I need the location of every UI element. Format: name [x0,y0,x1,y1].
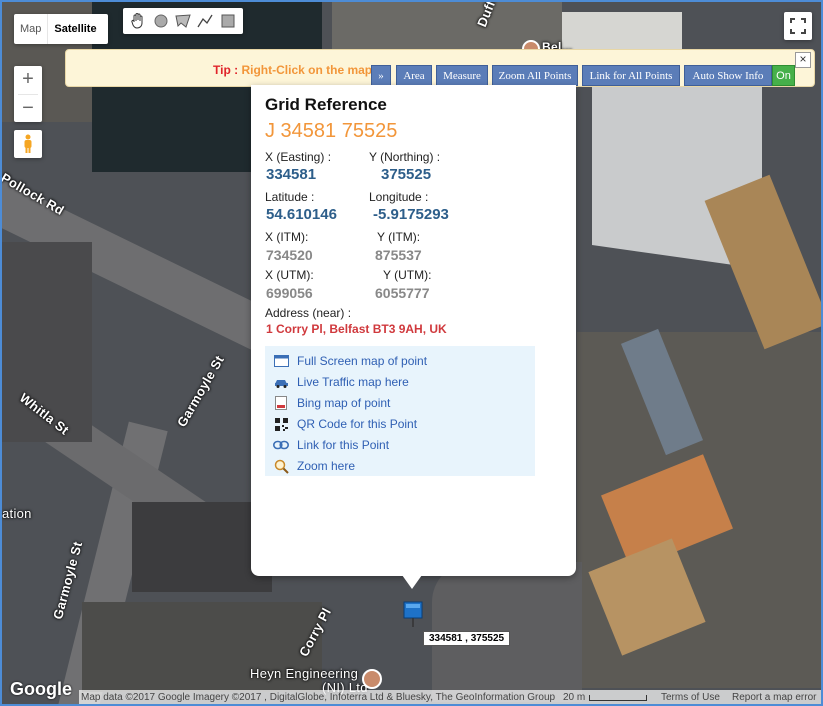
tip-message: Right-Click on the map [241,63,373,77]
street-view-pegman[interactable] [14,130,42,158]
magnifier-icon [273,459,289,474]
grid-reference-popup: Grid Reference J 34581 75525 X (Easting)… [251,85,576,589]
window-icon [273,354,289,368]
measure-button[interactable]: Measure [436,65,488,86]
easting-label: X (Easting) : [265,150,332,164]
grid-reference-value: J 34581 75525 [265,120,398,142]
polygon-icon[interactable] [174,12,192,30]
google-logo[interactable]: Google [10,679,72,700]
satellite-map[interactable]: Dufferin Bel... Pollock Rd Garmoyle St W… [0,0,823,706]
rectangle-icon[interactable] [219,12,237,30]
latitude-value: 54.610146 [266,206,337,223]
zoom-out-button[interactable]: − [14,95,42,123]
itm-y-value: 875537 [375,247,422,263]
street-label-garmoyle-lower: Garmoyle St [50,539,86,621]
area-button[interactable]: Area [396,65,432,86]
bing-map-link[interactable]: Bing map of point [273,393,390,413]
collapse-toolbar-button[interactable]: » [371,65,391,86]
terms-link[interactable]: Terms of Use [661,690,720,704]
itm-x-value: 734520 [266,247,313,263]
scale-bar [589,695,647,701]
longitude-value: -5.9175293 [373,206,449,223]
latitude-label: Latitude : [265,190,315,204]
map-type-satellite-button[interactable]: Satellite [48,14,102,44]
document-icon [273,396,289,410]
link-icon [273,438,289,452]
popup-title: Grid Reference [265,95,387,114]
circle-icon[interactable] [152,12,170,30]
popup-links: Full Screen map of point Live Traffic ma… [265,346,535,476]
map-type-control: Map Satellite [14,14,108,44]
tip-toolbar: Tip : Right-Click on the map » Area Meas… [65,49,815,87]
poi-pin-icon [362,669,382,689]
address-label: Address (near) : [265,306,352,320]
marker-coordinates-label: 334581 , 375525 [423,631,511,646]
map-footer: Map data ©2017 Google Imagery ©2017 , Di… [79,690,821,704]
longitude-label: Longitude : [369,190,429,204]
live-traffic-link-label: Live Traffic map here [297,375,409,389]
point-link[interactable]: Link for this Point [273,435,389,455]
auto-show-info-button[interactable]: Auto Show Info [684,65,772,86]
map-marker-pin[interactable] [401,600,425,628]
utm-y-label: Y (UTM): [383,268,432,282]
utm-x-label: X (UTM): [265,268,314,282]
bing-map-link-label: Bing map of point [297,396,391,410]
live-traffic-link[interactable]: Live Traffic map here [273,372,409,392]
utm-y-value: 6055777 [375,285,430,301]
point-link-label: Link for this Point [297,438,390,452]
northing-label: Y (Northing) : [369,150,441,164]
address-value: 1 Corry Pl, Belfast BT3 9AH, UK [266,322,447,336]
pushpin-icon [403,601,423,627]
warehouse-roof-2 [562,12,682,52]
zoom-control: + − [14,66,42,122]
easting-value: 334581 [266,166,317,183]
qr-code-icon [273,417,289,431]
qr-code-link[interactable]: QR Code for this Point [273,414,417,434]
hand-icon[interactable] [129,12,147,30]
drawing-toolbar [123,8,243,34]
fullscreen-icon [790,18,806,34]
attribution-text: Map data ©2017 Google Imagery ©2017 , Di… [81,692,556,703]
pegman-icon [24,134,32,153]
street-label-station: ation [2,506,32,521]
tip-close-button[interactable]: × [795,52,811,68]
zoom-here-link[interactable]: Zoom here [273,456,355,476]
poi-label-heyn-1: Heyn Engineering [250,666,359,681]
full-screen-map-link-label: Full Screen map of point [297,354,428,368]
tip-text: Tip : Right-Click on the map [213,63,372,77]
zoom-in-button[interactable]: + [14,66,42,94]
car-icon [273,375,289,389]
full-screen-map-link[interactable]: Full Screen map of point [273,351,427,371]
scale-label[interactable]: 20 m [563,690,585,704]
utm-x-value: 699056 [266,285,313,301]
polyline-icon[interactable] [196,12,214,30]
tip-label: Tip : [213,63,239,77]
northing-value: 375525 [381,166,432,183]
popup-tail [402,575,422,589]
link-all-points-button[interactable]: Link for All Points [582,65,680,86]
auto-show-on-toggle[interactable]: On [772,65,795,86]
map-type-map-button[interactable]: Map [14,14,49,44]
zoom-here-link-label: Zoom here [297,459,356,473]
street-label-garmoyle-upper: Garmoyle St [174,352,227,430]
report-map-error-link[interactable]: Report a map error [732,690,816,704]
itm-y-label: Y (ITM): [377,230,421,244]
itm-x-label: X (ITM): [265,230,309,244]
fullscreen-button[interactable] [784,12,812,40]
qr-code-link-label: QR Code for this Point [297,417,418,431]
zoom-all-points-button[interactable]: Zoom All Points [492,65,578,86]
